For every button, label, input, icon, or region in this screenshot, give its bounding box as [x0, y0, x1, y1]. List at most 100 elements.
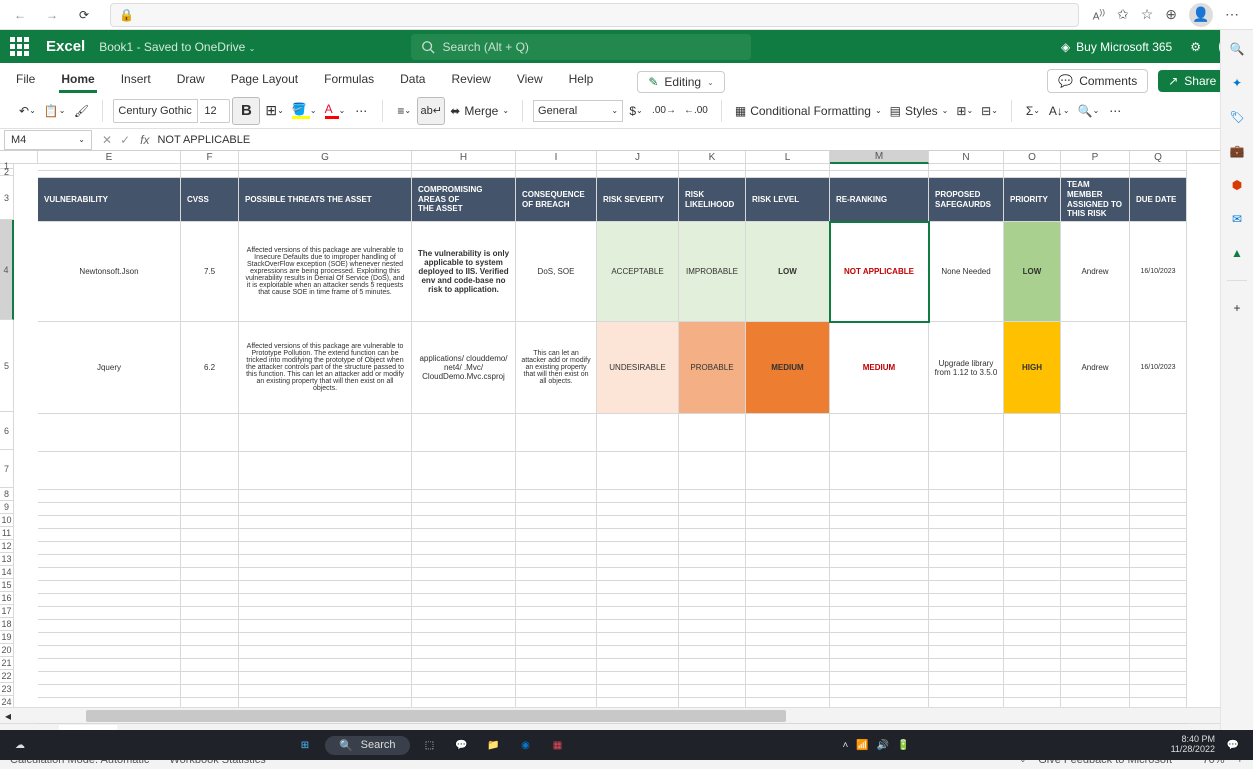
editing-mode-button[interactable]: ✎ Editing ⌄	[637, 71, 724, 93]
cell-p5[interactable]: Andrew	[1061, 322, 1130, 414]
cell-h5[interactable]: applications/ clouddemo/ net4/ .Mvc/ Clo…	[412, 322, 516, 414]
currency-button[interactable]: $⌄	[625, 98, 647, 124]
cell-f5[interactable]: 6.2	[181, 322, 239, 414]
cell-m5[interactable]: MEDIUM	[830, 322, 929, 414]
cell-k4[interactable]: IMPROBABLE	[679, 222, 746, 322]
borders-button[interactable]: ⊞⌄	[262, 98, 286, 124]
cell-q4[interactable]: 16/10/2023	[1130, 222, 1187, 322]
number-format-selector[interactable]: General⌄	[533, 100, 623, 122]
briefcase-icon[interactable]: 💼	[1230, 144, 1245, 158]
row-6[interactable]: 6	[0, 412, 14, 450]
settings-icon[interactable]: ⚙	[1190, 40, 1201, 54]
notifications-icon[interactable]: 💬	[1221, 733, 1245, 757]
hdr-likelihood[interactable]: RISK LIKELIHOOD	[679, 178, 746, 222]
comments-button[interactable]: 💬 Comments	[1047, 69, 1148, 93]
star-icon[interactable]: ✩	[1117, 6, 1129, 23]
delete-cells-button[interactable]: ⊟⌄	[978, 98, 1001, 124]
hdr-conseq[interactable]: CONSEQUENCE OF BREACH	[516, 178, 597, 222]
cancel-formula-icon[interactable]: ✕	[102, 133, 112, 147]
profile-avatar[interactable]: 👤	[1189, 3, 1213, 27]
tab-file[interactable]: File	[14, 66, 37, 93]
formula-input[interactable]: NOT APPLICABLE	[157, 134, 1230, 146]
read-aloud-icon[interactable]: A))	[1093, 7, 1105, 22]
hdr-severity[interactable]: RISK SEVERITY	[597, 178, 679, 222]
cell-g4[interactable]: Affected versions of this package are vu…	[239, 222, 412, 322]
tab-insert[interactable]: Insert	[119, 66, 153, 93]
chat-icon[interactable]: 💬	[450, 733, 474, 757]
cell-m4-selected[interactable]: NOT APPLICABLE	[830, 222, 929, 322]
col-g[interactable]: G	[239, 151, 412, 164]
tab-review[interactable]: Review	[449, 66, 492, 93]
favorites-icon[interactable]: ☆	[1141, 6, 1154, 23]
col-j[interactable]: J	[597, 151, 679, 164]
cell-k5[interactable]: PROBABLE	[679, 322, 746, 414]
row-2[interactable]: 2	[0, 169, 14, 176]
undo-button[interactable]: ↶⌄	[16, 98, 39, 124]
row-7[interactable]: 7	[0, 450, 14, 488]
col-q[interactable]: Q	[1130, 151, 1187, 164]
office-icon[interactable]: ⬢	[1232, 178, 1242, 192]
insert-cells-button[interactable]: ⊞⌄	[953, 98, 976, 124]
more-font-icon[interactable]: ⋯	[350, 98, 372, 124]
cell-p4[interactable]: Andrew	[1061, 222, 1130, 322]
explorer-icon[interactable]: 📁	[482, 733, 506, 757]
styles-button[interactable]: ▤ Styles⌄	[887, 98, 952, 124]
cell-n4[interactable]: None Needed	[929, 222, 1004, 322]
find-button[interactable]: 🔍⌄	[1075, 98, 1103, 124]
col-i[interactable]: I	[516, 151, 597, 164]
cell-q5[interactable]: 16/10/2023	[1130, 322, 1187, 414]
cell-l4[interactable]: LOW	[746, 222, 830, 322]
wrap-text-button[interactable]: ab↵	[417, 97, 445, 125]
decrease-decimal-button[interactable]: ←.00	[681, 98, 711, 124]
font-name-selector[interactable]: Century Gothic	[113, 99, 198, 123]
search-rail-icon[interactable]: 🔍	[1230, 42, 1245, 56]
col-m[interactable]: M	[830, 151, 929, 164]
hdr-rerank[interactable]: RE-RANKING	[830, 178, 929, 222]
copilot-icon[interactable]: ✦	[1232, 76, 1242, 90]
battery-icon[interactable]: 🔋	[897, 740, 909, 751]
wifi-icon[interactable]: 📶	[856, 740, 868, 751]
cell-f4[interactable]: 7.5	[181, 222, 239, 322]
format-painter-button[interactable]: 🖌	[70, 98, 92, 124]
cell-i5[interactable]: This can let an attacker add or modify a…	[516, 322, 597, 414]
hdr-threats[interactable]: POSSIBLE THREATS THE ASSET	[239, 178, 412, 222]
row-3[interactable]: 3	[0, 176, 14, 220]
paste-button[interactable]: 📋⌄	[41, 98, 69, 124]
tag-icon[interactable]: 🏷	[1229, 110, 1244, 124]
hdr-level[interactable]: RISK LEVEL	[746, 178, 830, 222]
font-size-selector[interactable]: 12	[200, 99, 230, 123]
hdr-due[interactable]: DUE DATE	[1130, 178, 1187, 222]
col-f[interactable]: F	[181, 151, 239, 164]
cell-g5[interactable]: Affected versions of this package are vu…	[239, 322, 412, 414]
cell-i4[interactable]: DoS, SOE	[516, 222, 597, 322]
search-input[interactable]: Search (Alt + Q)	[411, 34, 751, 60]
tab-view[interactable]: View	[515, 66, 545, 93]
start-button[interactable]: ⊞	[293, 733, 317, 757]
tab-data[interactable]: Data	[398, 66, 427, 93]
add-app-icon[interactable]: +	[1233, 301, 1240, 315]
row-5[interactable]: 5	[0, 320, 14, 412]
merge-button[interactable]: ⬌ Merge⌄	[447, 98, 512, 124]
buy-m365-button[interactable]: ◈ Buy Microsoft 365	[1061, 40, 1172, 54]
name-box[interactable]: M4⌄	[4, 130, 92, 150]
hdr-safeguards[interactable]: PROPOSED SAFEGAURDS	[929, 178, 1004, 222]
autosum-button[interactable]: Σ⌄	[1022, 98, 1044, 124]
tab-page-layout[interactable]: Page Layout	[229, 66, 300, 93]
url-bar[interactable]: 🔒	[110, 3, 1079, 27]
col-k[interactable]: K	[679, 151, 746, 164]
row-4[interactable]: 4	[0, 220, 14, 320]
task-view-icon[interactable]: ⬚	[418, 733, 442, 757]
back-button[interactable]: ←	[8, 3, 32, 27]
cell-o4[interactable]: LOW	[1004, 222, 1061, 322]
col-o[interactable]: O	[1004, 151, 1061, 164]
cell-n5[interactable]: Upgrade library from 1.12 to 3.5.0	[929, 322, 1004, 414]
more-icon[interactable]: ⋯	[1225, 6, 1239, 23]
col-l[interactable]: L	[746, 151, 830, 164]
cell-h4[interactable]: The vulnerability is only applicable to …	[412, 222, 516, 322]
increase-decimal-button[interactable]: .00→	[649, 98, 679, 124]
collections-icon[interactable]: ⊕	[1165, 6, 1177, 23]
weather-widget[interactable]: ☁	[8, 733, 32, 757]
more-toolbar-icon[interactable]: ⋯	[1104, 98, 1126, 124]
tab-home[interactable]: Home	[59, 66, 96, 93]
tab-formulas[interactable]: Formulas	[322, 66, 376, 93]
